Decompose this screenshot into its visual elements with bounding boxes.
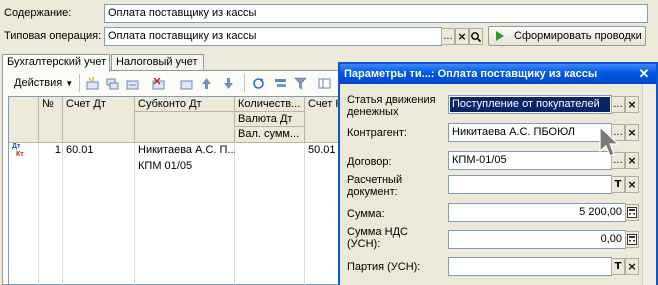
amount-field[interactable]: 5 200,00 [448, 203, 626, 222]
amount-label: Сумма: [347, 208, 385, 220]
copy-row-icon[interactable] [106, 77, 119, 90]
column-header-num[interactable]: № [39, 97, 63, 143]
batch-label: Партия (УСН): [347, 261, 421, 273]
table-row[interactable]: Дт Кт 1 60.01 Никитаева А.С. П... КПМ 01/… [9, 143, 349, 193]
filter-icon[interactable] [294, 77, 307, 90]
batch-field[interactable] [448, 257, 612, 276]
entries-table[interactable]: № Счет Дт Субконто Дт Количеств... Валют… [8, 96, 349, 285]
dt-kt-icon: Дт Кт [12, 143, 24, 158]
refresh-icon[interactable] [252, 77, 265, 90]
contract-field[interactable]: КПМ-01/05 [448, 151, 612, 170]
column-header-currency-dt[interactable]: Валюта Дт [235, 112, 305, 127]
contract-clear-button[interactable]: × [625, 152, 639, 169]
column-header-icon [9, 97, 39, 143]
move-down-icon[interactable] [222, 77, 235, 90]
calculator-icon[interactable] [625, 204, 639, 221]
column-header-subkonto-dt-2 [135, 112, 235, 143]
cash-flow-item-label: Статья движения денежных [347, 94, 436, 118]
generate-entries-label: Сформировать проводки [514, 30, 642, 42]
dialog-title: Параметры ти...: Оплата поставщику из ка… [340, 64, 656, 84]
tab-accounting[interactable]: Бухгалтерский учет [2, 54, 110, 72]
actions-menu[interactable]: Действия ▼ [14, 77, 73, 89]
batch-type-button[interactable]: T [611, 258, 625, 275]
column-header-subkonto-dt[interactable]: Субконто Дт [135, 97, 235, 112]
settlement-document-clear-button[interactable]: × [625, 176, 639, 193]
operation-clear-button[interactable]: × [455, 28, 469, 45]
play-icon [496, 31, 504, 41]
operation-select-button[interactable]: ... [441, 28, 455, 45]
column-header-quantity[interactable]: Количеств... [235, 97, 305, 112]
vat-amount-field[interactable]: 0,00 [448, 230, 626, 249]
settlement-document-field[interactable] [448, 175, 612, 194]
vat-amount-label: Сумма НДС (УСН): [347, 226, 408, 250]
operation-label: Типовая операция: [4, 30, 102, 42]
close-icon[interactable]: ✕ [636, 66, 652, 82]
cash-flow-item-value: Поступление от покупателей [450, 97, 610, 112]
generate-entries-button[interactable]: Сформировать проводки [488, 26, 646, 46]
operation-field[interactable]: Оплата поставщику из кассы [104, 27, 442, 46]
column-header-account-dt[interactable]: Счет Дт [63, 97, 135, 143]
operation-parameters-dialog: Параметры ти...: Оплата поставщику из ка… [338, 62, 658, 285]
mouse-cursor-icon [599, 125, 620, 157]
batch-clear-button[interactable]: × [625, 258, 639, 275]
cash-flow-item-clear-button[interactable]: × [625, 96, 639, 113]
delete-row-icon[interactable] [152, 77, 165, 90]
column-header-currency-sum[interactable]: Вал. сумм... [235, 127, 305, 143]
cash-flow-item-select-button[interactable]: ... [611, 96, 625, 113]
content-label: Содержание: [4, 7, 72, 19]
columns-icon[interactable] [318, 77, 331, 90]
cell-num: 1 [54, 144, 61, 156]
counterparty-label: Контрагент: [347, 127, 407, 139]
calculator-icon[interactable] [625, 231, 639, 248]
toolbar-separator [79, 74, 80, 92]
edit-row-icon[interactable] [126, 77, 139, 90]
counterparty-clear-button[interactable]: × [625, 124, 639, 141]
chevron-down-icon: ▼ [65, 79, 74, 88]
settlement-document-label: Расчетный документ: [347, 174, 403, 198]
tab-tax[interactable]: Налоговый учет [111, 54, 204, 71]
contract-label: Договор: [347, 156, 392, 168]
cell-account-dt: 60.01 [66, 144, 94, 156]
type-select-button[interactable]: T [611, 176, 625, 193]
ok-row-icon[interactable] [180, 77, 193, 90]
sort-icon[interactable] [274, 77, 287, 90]
content-field[interactable]: Оплата поставщику из кассы [104, 4, 648, 23]
toolbar-separator [244, 74, 245, 92]
counterparty-field[interactable]: Никитаева А.С. ПБОЮЛ [448, 123, 612, 142]
add-row-icon[interactable] [86, 77, 99, 90]
search-icon[interactable] [469, 28, 483, 45]
cell-subkonto-2: КПМ 01/05 [138, 160, 193, 172]
actions-menu-label: Действия [14, 77, 63, 89]
cash-flow-item-field[interactable]: Поступление от покупателей [448, 95, 612, 114]
scrollbar[interactable] [642, 84, 656, 285]
move-up-icon[interactable] [200, 77, 213, 90]
cell-subkonto-1: Никитаева А.С. П... [138, 144, 235, 156]
